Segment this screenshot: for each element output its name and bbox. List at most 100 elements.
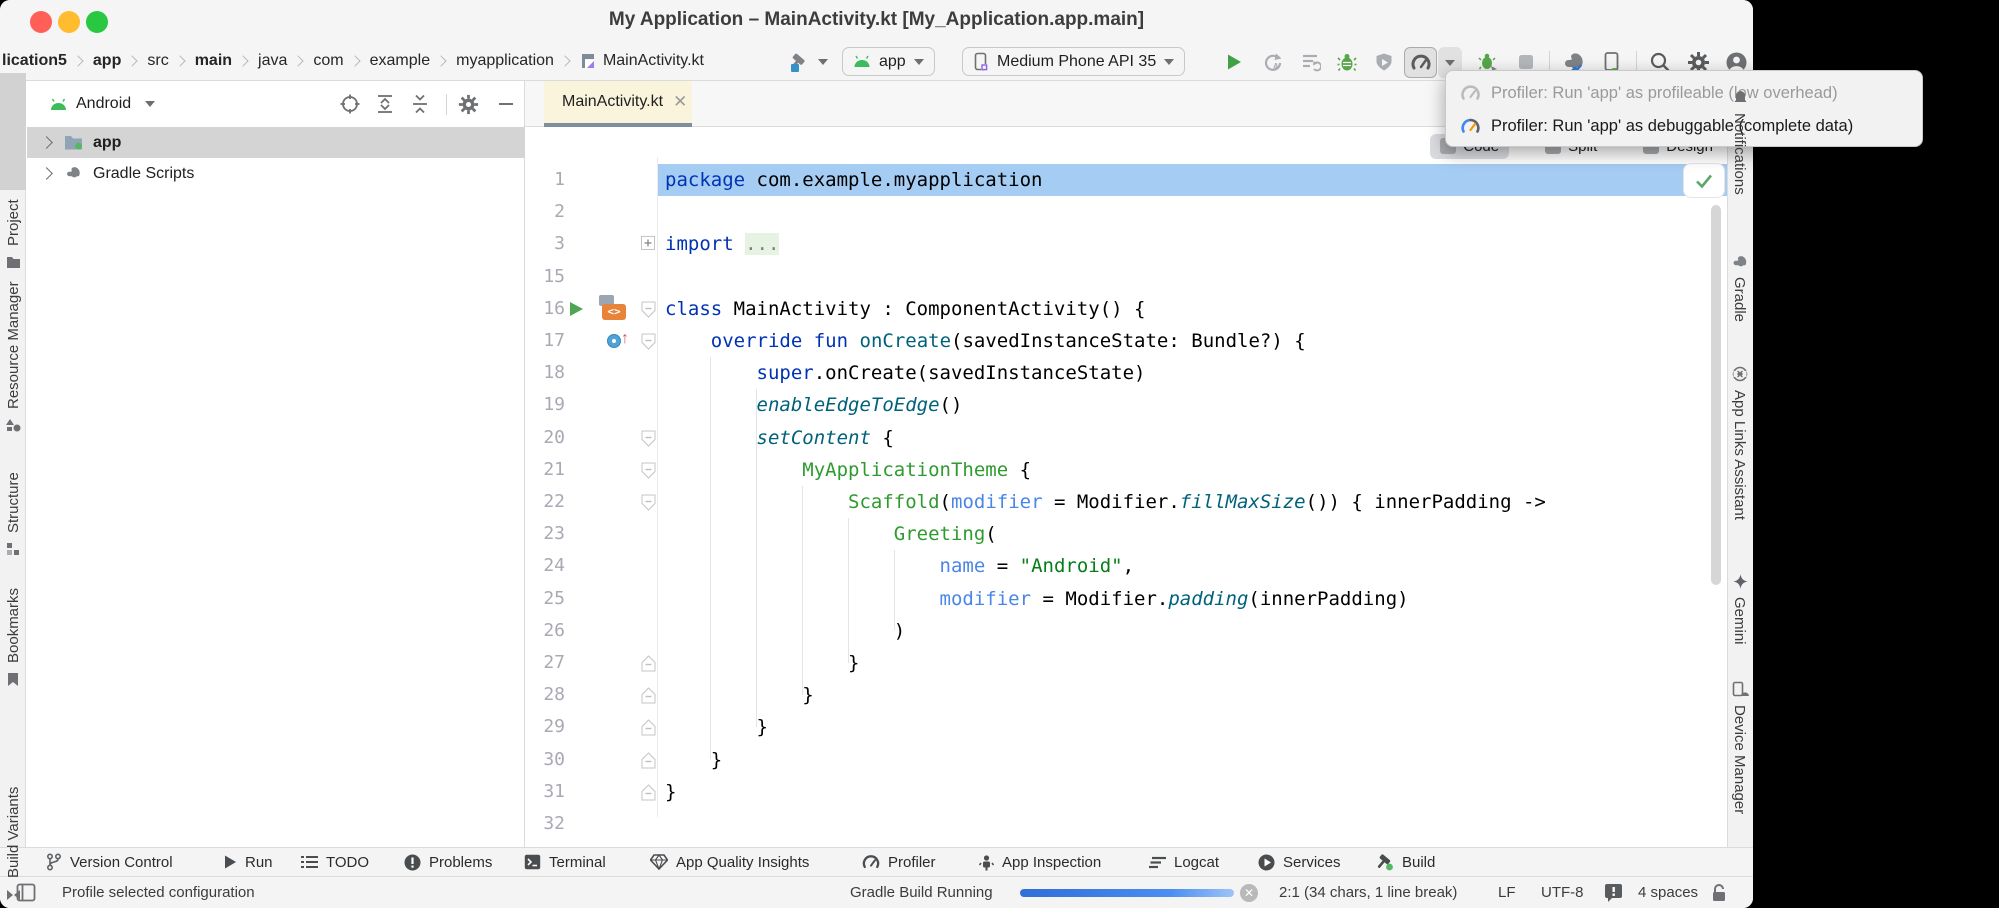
tool-window-button-services[interactable]: Services <box>1258 848 1341 876</box>
chevron-right-icon[interactable] <box>40 167 53 180</box>
run-configuration-select[interactable]: app <box>842 47 935 76</box>
notification-badge-icon[interactable] <box>1604 877 1623 908</box>
breadcrumb-item[interactable]: com <box>313 52 343 70</box>
tool-window-button-version-control[interactable]: Version Control <box>46 848 173 876</box>
run-button[interactable] <box>1222 50 1246 74</box>
tool-stripe-gemini[interactable]: Gemini <box>1730 572 1750 645</box>
code-line-30[interactable]: 30 } <box>525 744 1727 776</box>
fold-marker[interactable] <box>641 784 656 806</box>
code-line-16[interactable]: 16<>class MainActivity : ComponentActivi… <box>525 293 1727 325</box>
device-select[interactable]: Medium Phone API 35 <box>962 47 1185 76</box>
tree-item-gradle-scripts[interactable]: Gradle Scripts <box>27 158 525 189</box>
fold-marker[interactable] <box>641 687 656 709</box>
breadcrumb-item[interactable]: myapplication <box>456 52 554 70</box>
compose-preview-icon[interactable]: <> <box>597 295 627 323</box>
tool-window-button-run[interactable]: Run <box>223 848 273 876</box>
tool-stripe-notifications[interactable]: Notifications <box>1730 88 1750 195</box>
tool-window-button-app-quality-insights[interactable]: App Quality Insights <box>650 848 809 876</box>
editor-content[interactable]: CodeSplitDesign 1package com.example.mya… <box>525 127 1727 847</box>
inspection-status-widget[interactable] <box>1683 163 1725 198</box>
code-line-31[interactable]: 31} <box>525 776 1727 808</box>
tool-stripe-bookmarks[interactable]: Bookmarks <box>3 588 23 688</box>
run-class-icon[interactable] <box>570 302 583 316</box>
breadcrumb-item[interactable]: main <box>195 52 232 70</box>
code-line-28[interactable]: 28 } <box>525 679 1727 711</box>
code-line-18[interactable]: 18 super.onCreate(savedInstanceState) <box>525 357 1727 389</box>
menu-item-profiler-profileable[interactable]: Profiler: Run 'app' as profileable (low … <box>1460 77 1838 109</box>
fold-marker[interactable] <box>641 752 656 774</box>
caret-position[interactable]: 2:1 (34 chars, 1 line break) <box>1279 877 1457 908</box>
code-line-19[interactable]: 19 enableEdgeToEdge() <box>525 389 1727 421</box>
code-line-23[interactable]: 23 Greeting( <box>525 518 1727 550</box>
tool-window-button-todo[interactable]: TODO <box>301 848 369 876</box>
file-encoding[interactable]: UTF-8 <box>1541 877 1584 908</box>
profiler-button[interactable] <box>1404 47 1437 78</box>
code-line-20[interactable]: 20 setContent { <box>525 422 1727 454</box>
code-line-15[interactable]: 15 <box>525 261 1727 293</box>
apply-changes-button[interactable]: A <box>1261 50 1285 74</box>
tool-window-button-problems[interactable]: Problems <box>404 848 492 876</box>
tool-stripe-gradle[interactable]: Gradle <box>1730 252 1750 322</box>
expand-all-icon[interactable] <box>374 93 396 115</box>
menu-item-profiler-debuggable[interactable]: Profiler: Run 'app' as debuggable (compl… <box>1460 110 1853 142</box>
code-line-1[interactable]: 1package com.example.myapplication <box>525 164 1727 196</box>
tool-window-button-build[interactable]: Build <box>1376 848 1435 876</box>
cancel-build-icon[interactable]: ✕ <box>1240 884 1258 902</box>
code-line-22[interactable]: 22 Scaffold(modifier = Modifier.fillMaxS… <box>525 486 1727 518</box>
chevron-right-icon[interactable] <box>40 136 53 149</box>
project-icon <box>4 253 22 271</box>
tool-stripe-structure[interactable]: Structure <box>3 472 23 558</box>
breadcrumb-item[interactable]: MainActivity.kt <box>603 52 704 70</box>
fold-marker[interactable] <box>641 430 656 452</box>
code-line-27[interactable]: 27 } <box>525 647 1727 679</box>
tool-stripe-build-variants[interactable]: Build Variants <box>3 787 23 903</box>
build-dropdown-caret[interactable] <box>816 50 830 74</box>
tool-window-button-terminal[interactable]: Terminal <box>524 848 606 876</box>
tool-window-button-app-inspection[interactable]: App Inspection <box>979 848 1101 876</box>
code-line-32[interactable]: 32 <box>525 808 1727 840</box>
fold-marker[interactable] <box>641 655 656 677</box>
project-view-select[interactable]: Android <box>49 95 155 113</box>
lock-icon[interactable] <box>1710 877 1728 908</box>
code-line-17[interactable]: 17↑ override fun onCreate(savedInstanceS… <box>525 325 1727 357</box>
panel-settings-gear-icon[interactable] <box>457 93 479 115</box>
fold-marker[interactable] <box>641 333 656 355</box>
debug-button[interactable] <box>1335 50 1359 74</box>
tool-stripe-device-manager[interactable]: Device Manager <box>1730 680 1750 814</box>
tool-stripe-resource-manager[interactable]: Resource Manager <box>3 281 23 434</box>
breadcrumb-item[interactable]: lication5 <box>2 52 67 70</box>
fold-marker[interactable] <box>641 719 656 741</box>
tool-window-button-logcat[interactable]: Logcat <box>1149 848 1219 876</box>
tab-mainactivity[interactable]: MainActivity.kt ✕ <box>544 81 692 127</box>
fold-marker[interactable] <box>641 301 656 323</box>
tool-window-button-profiler[interactable]: Profiler <box>862 848 936 876</box>
build-run-configuration-icon[interactable] <box>786 50 810 74</box>
locate-file-icon[interactable] <box>339 93 361 115</box>
breadcrumb-item[interactable]: example <box>370 52 430 70</box>
fold-marker[interactable] <box>641 494 656 516</box>
fold-marker[interactable] <box>641 462 656 484</box>
override-method-icon[interactable]: ↑ <box>607 332 631 350</box>
code-line-21[interactable]: 21 MyApplicationTheme { <box>525 454 1727 486</box>
indent-setting[interactable]: 4 spaces <box>1638 877 1698 908</box>
code-line-2[interactable]: 2 <box>525 196 1727 228</box>
editor-scrollbar[interactable] <box>1711 205 1721 585</box>
profile-low-overhead-button[interactable] <box>1372 50 1396 74</box>
breadcrumb-item[interactable]: src <box>147 52 168 70</box>
collapse-all-icon[interactable] <box>409 93 431 115</box>
breadcrumb-item[interactable]: java <box>258 52 287 70</box>
tab-close-icon[interactable]: ✕ <box>673 92 687 112</box>
code-line-25[interactable]: 25 modifier = Modifier.padding(innerPadd… <box>525 583 1727 615</box>
fold-marker[interactable] <box>641 236 655 255</box>
code-line-3[interactable]: 3import ... <box>525 228 1727 260</box>
code-line-29[interactable]: 29 } <box>525 711 1727 743</box>
code-line-26[interactable]: 26 ) <box>525 615 1727 647</box>
code-line-24[interactable]: 24 name = "Android", <box>525 550 1727 582</box>
breadcrumb-item[interactable]: app <box>93 52 121 70</box>
line-ending[interactable]: LF <box>1498 877 1516 908</box>
tool-stripe-app-links-assistant[interactable]: App Links Assistant <box>1730 365 1750 520</box>
tool-stripe-project[interactable]: Project <box>3 199 23 271</box>
apply-code-changes-button[interactable] <box>1299 50 1323 74</box>
tree-item-app[interactable]: app <box>27 127 525 158</box>
hide-panel-icon[interactable] <box>495 93 517 115</box>
